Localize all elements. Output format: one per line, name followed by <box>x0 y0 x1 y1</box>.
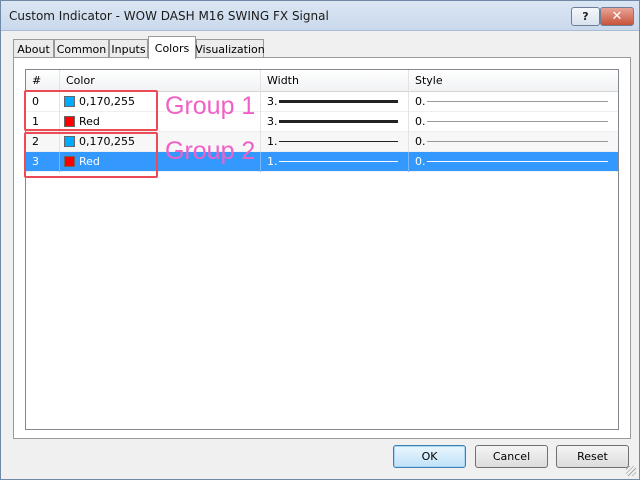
width-value: 1. <box>267 135 278 148</box>
table-row[interactable]: 1 Red 3. 0. <box>26 112 618 132</box>
style-cell[interactable]: 0. <box>409 112 618 132</box>
group1-annotation: Group 1 <box>165 92 256 120</box>
color-value: Red <box>79 115 100 128</box>
dialog-window: Custom Indicator - WOW DASH M16 SWING FX… <box>0 0 640 480</box>
width-line-sample <box>279 120 398 123</box>
color-swatch <box>64 156 75 167</box>
colors-panel: # Color Width Style 0 0,170,255 3. 0. 1 … <box>13 57 631 439</box>
tab-about[interactable]: About <box>13 39 54 58</box>
tab-colors[interactable]: Colors <box>148 36 196 59</box>
row-index: 2 <box>26 132 60 152</box>
help-button[interactable]: ? <box>571 7 600 26</box>
column-header-style[interactable]: Style <box>409 70 618 92</box>
window-title: Custom Indicator - WOW DASH M16 SWING FX… <box>9 9 329 23</box>
table-row-selected[interactable]: 3 Red 1. 0. <box>26 152 618 172</box>
close-icon: ✕ <box>611 9 623 24</box>
tab-common[interactable]: Common <box>54 39 109 58</box>
width-cell[interactable]: 3. <box>261 112 409 132</box>
cancel-button[interactable]: Cancel <box>475 445 548 468</box>
style-value: 0. <box>415 115 426 128</box>
width-cell[interactable]: 1. <box>261 152 409 172</box>
width-line-sample <box>279 141 398 142</box>
style-value: 0. <box>415 155 426 168</box>
style-cell[interactable]: 0. <box>409 92 618 112</box>
color-swatch <box>64 116 75 127</box>
tab-visualization[interactable]: Visualization <box>195 39 265 58</box>
width-value: 1. <box>267 155 278 168</box>
colors-table: # Color Width Style 0 0,170,255 3. 0. 1 … <box>25 69 619 430</box>
title-bar[interactable]: Custom Indicator - WOW DASH M16 SWING FX… <box>1 1 639 31</box>
reset-button[interactable]: Reset <box>556 445 629 468</box>
color-value: 0,170,255 <box>79 135 135 148</box>
width-value: 3. <box>267 95 278 108</box>
ok-button[interactable]: OK <box>393 445 466 468</box>
color-value: Red <box>79 155 100 168</box>
color-swatch <box>64 136 75 147</box>
group2-annotation: Group 2 <box>165 137 256 165</box>
row-index: 1 <box>26 112 60 132</box>
style-line-sample <box>427 101 608 102</box>
row-index: 0 <box>26 92 60 112</box>
row-index: 3 <box>26 152 60 172</box>
style-value: 0. <box>415 135 426 148</box>
style-cell[interactable]: 0. <box>409 132 618 152</box>
width-cell[interactable]: 1. <box>261 132 409 152</box>
close-button[interactable]: ✕ <box>600 7 634 26</box>
color-swatch <box>64 96 75 107</box>
color-value: 0,170,255 <box>79 95 135 108</box>
width-value: 3. <box>267 115 278 128</box>
resize-grip-icon[interactable] <box>626 466 636 476</box>
table-header: # Color Width Style <box>26 70 618 92</box>
style-line-sample <box>427 141 608 142</box>
column-header-color[interactable]: Color <box>60 70 261 92</box>
table-row[interactable]: 2 0,170,255 1. 0. <box>26 132 618 152</box>
style-line-sample <box>427 121 608 122</box>
column-header-width[interactable]: Width <box>261 70 409 92</box>
style-cell[interactable]: 0. <box>409 152 618 172</box>
style-value: 0. <box>415 95 426 108</box>
table-row[interactable]: 0 0,170,255 3. 0. <box>26 92 618 112</box>
width-line-sample <box>279 161 398 162</box>
width-cell[interactable]: 3. <box>261 92 409 112</box>
width-line-sample <box>279 100 398 103</box>
style-line-sample <box>427 161 608 162</box>
help-icon: ? <box>582 10 589 23</box>
column-header-index[interactable]: # <box>26 70 60 92</box>
tab-inputs[interactable]: Inputs <box>109 39 148 58</box>
